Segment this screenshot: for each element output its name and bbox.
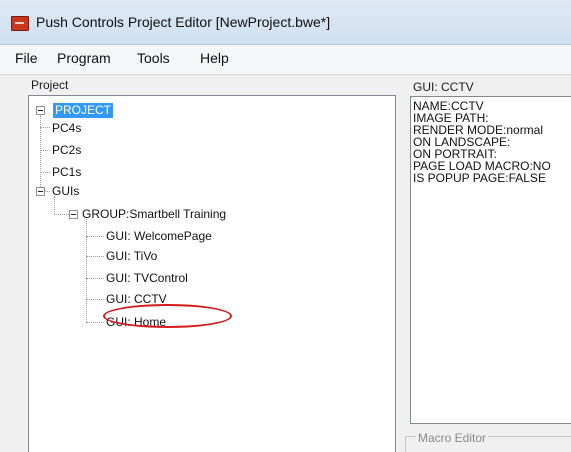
tree-node-pc1s[interactable]: PC1s bbox=[50, 165, 83, 180]
property-line: IS POPUP PAGE:FALSE bbox=[413, 171, 546, 185]
macro-editor-label: Macro Editor bbox=[416, 431, 489, 445]
gui-group-label: GUI: CCTV bbox=[413, 80, 474, 94]
title-bar[interactable]: Push Controls Project Editor [NewProject… bbox=[0, 0, 571, 45]
app-icon bbox=[11, 16, 29, 31]
app-window: Push Controls Project Editor [NewProject… bbox=[0, 0, 571, 452]
tree-connector bbox=[86, 299, 104, 300]
tree-node-gui-tivo[interactable]: GUI: TiVo bbox=[104, 249, 159, 264]
window-title: Push Controls Project Editor [NewProject… bbox=[36, 14, 331, 30]
tree-connector bbox=[40, 127, 50, 128]
tree-connector bbox=[86, 322, 104, 323]
menu-help[interactable]: Help bbox=[198, 50, 231, 66]
project-group-label: Project bbox=[31, 78, 69, 92]
tree-node-pc4s[interactable]: PC4s bbox=[50, 121, 83, 136]
red-annotation-circle bbox=[103, 304, 232, 328]
collapse-toggle-guis[interactable] bbox=[36, 187, 45, 196]
tree-node-pc2s[interactable]: PC2s bbox=[50, 143, 83, 158]
menu-file[interactable]: File bbox=[13, 50, 40, 66]
tree-node-group-smartbell[interactable]: GROUP:Smartbell Training bbox=[80, 207, 228, 222]
tree-connector bbox=[86, 278, 104, 279]
gui-properties-textbox[interactable]: NAME:CCTV IMAGE PATH: RENDER MODE:normal… bbox=[410, 96, 571, 424]
tree-node-guis[interactable]: GUIs bbox=[50, 184, 81, 199]
menu-tools[interactable]: Tools bbox=[135, 50, 172, 66]
collapse-toggle-group[interactable] bbox=[69, 210, 78, 219]
tree-connector bbox=[40, 172, 50, 173]
tree-node-project[interactable]: PROJECT bbox=[53, 103, 114, 118]
menu-bar: File Program Tools Help bbox=[0, 45, 571, 75]
project-tree[interactable]: PROJECT PC4s PC2s PC1s GUIs GROUP:Smartb… bbox=[28, 95, 396, 452]
tree-node-gui-welcomepage[interactable]: GUI: WelcomePage bbox=[104, 229, 214, 244]
tree-connector bbox=[40, 150, 50, 151]
tree-node-gui-tvcontrol[interactable]: GUI: TVControl bbox=[104, 271, 190, 286]
tree-connector bbox=[86, 256, 104, 257]
collapse-toggle-project[interactable] bbox=[36, 106, 45, 115]
menu-program[interactable]: Program bbox=[55, 50, 113, 66]
tree-connector bbox=[86, 219, 87, 322]
tree-connector bbox=[86, 236, 104, 237]
